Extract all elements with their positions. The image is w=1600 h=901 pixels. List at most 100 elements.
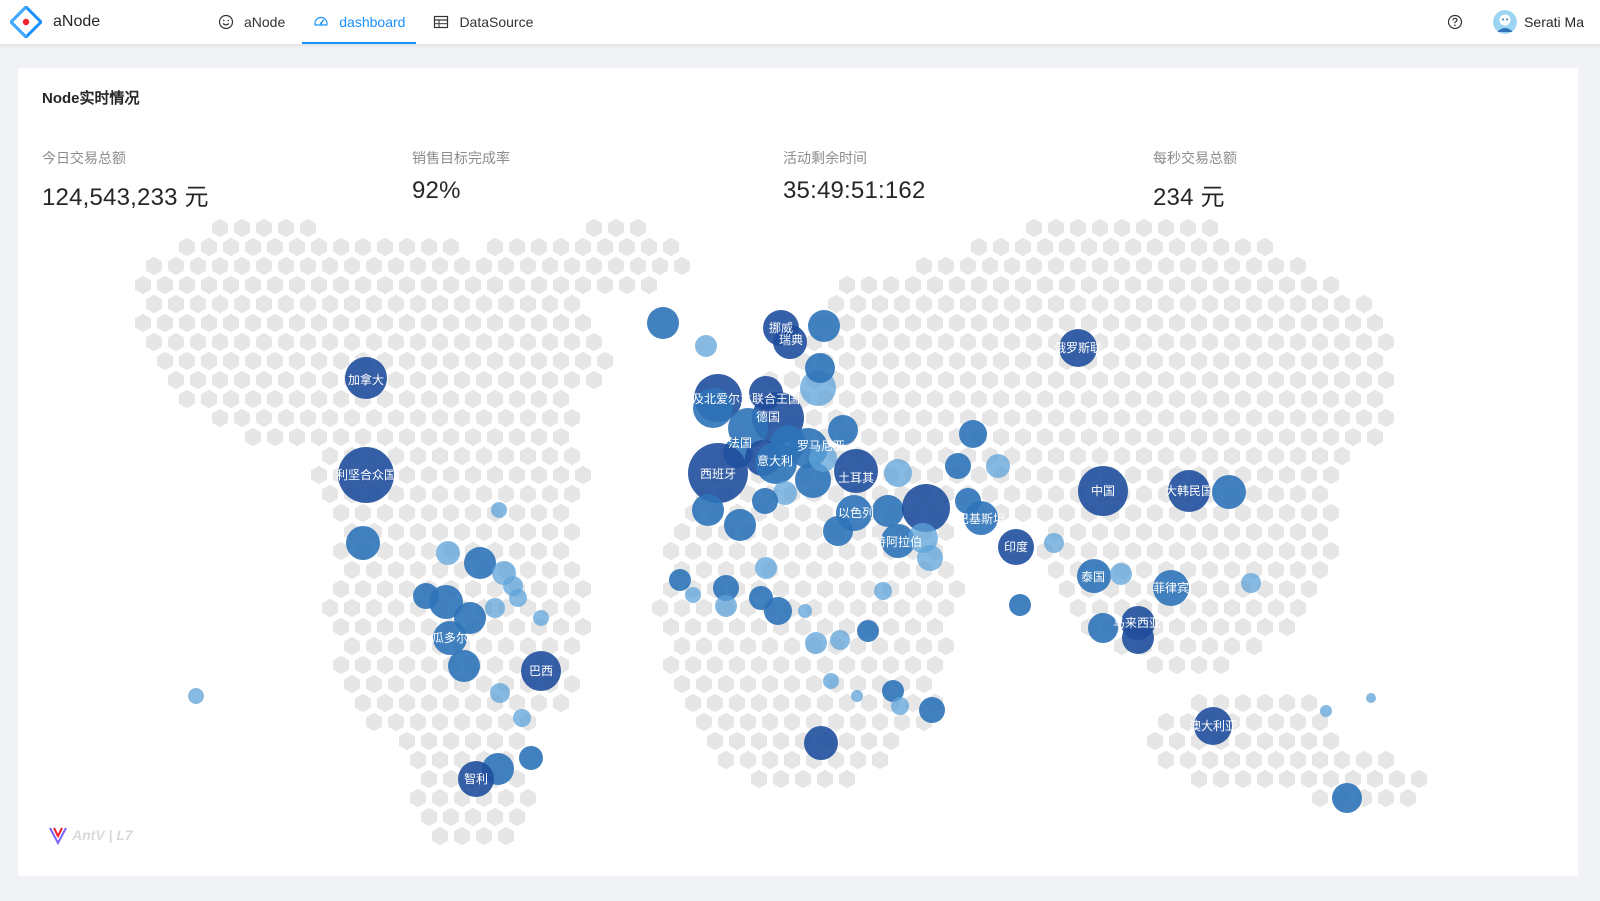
- hex-cell: [1268, 370, 1284, 390]
- hex-cell: [1323, 731, 1339, 751]
- hex-cell: [520, 484, 536, 504]
- country-label: 大韩民国: [1165, 483, 1213, 498]
- hex-cell: [1312, 370, 1328, 390]
- user-menu[interactable]: Serati Ma: [1493, 10, 1584, 34]
- hex-cell: [575, 237, 591, 257]
- hex-cell: [1191, 313, 1207, 333]
- hex-cell: [1400, 788, 1416, 808]
- hex-cell: [586, 370, 602, 390]
- world-hex-map[interactable]: 挪威 瑞典 俄罗斯联 加拿大 及北爱尔兰联合王国 德国 法国 罗马尼亚 意大利 西班牙 土耳其 以色列…: [18, 218, 1578, 876]
- hex-cell: [1015, 427, 1031, 447]
- hex-cell: [1202, 750, 1218, 770]
- hex-cell: [1158, 446, 1174, 466]
- hex-cell: [740, 560, 756, 580]
- nav-item-label: dashboard: [339, 14, 406, 30]
- data-bubble: [959, 420, 987, 448]
- hex-cell: [993, 313, 1009, 333]
- hex-cell: [1224, 294, 1240, 314]
- nav-item-dashboard[interactable]: dashboard: [302, 0, 417, 44]
- hex-cell: [564, 560, 580, 580]
- hex-cell: [432, 522, 448, 542]
- hex-cell: [223, 313, 239, 333]
- hex-cell: [509, 731, 525, 751]
- hex-cell: [1004, 408, 1020, 428]
- hex-cell: [1235, 693, 1251, 713]
- hex-cell: [1224, 446, 1240, 466]
- top-navigation-bar: aNode aNode dashboard DataSource Serati …: [0, 0, 1600, 44]
- brand[interactable]: aNode: [10, 5, 100, 39]
- hex-cell: [982, 484, 998, 504]
- hex-cell: [1224, 332, 1240, 352]
- hex-cell: [1158, 636, 1174, 656]
- hex-cell: [1191, 351, 1207, 371]
- hex-cell: [509, 313, 525, 333]
- hex-cell: [1224, 370, 1240, 390]
- hex-cell: [421, 807, 437, 827]
- hex-cell: [333, 655, 349, 675]
- hex-cell: [740, 674, 756, 694]
- hex-cell: [300, 294, 316, 314]
- data-bubble: [919, 697, 945, 723]
- antv-l7-logo: AntV | L7: [48, 825, 133, 845]
- hex-cell: [696, 636, 712, 656]
- hex-cell: [872, 294, 888, 314]
- hex-cell: [1235, 731, 1251, 751]
- data-bubble: [1044, 533, 1064, 553]
- hex-cell: [1389, 769, 1405, 789]
- map-canvas[interactable]: 挪威瑞典俄罗斯联加拿大及北爱尔兰联合王国德国法国 罗马尼亚意大利西班牙 土耳其以色列…: [18, 218, 1578, 876]
- hex-cell: [465, 389, 481, 409]
- hex-cell: [1224, 636, 1240, 656]
- hex-cell: [729, 731, 745, 751]
- hex-cell: [487, 427, 503, 447]
- hex-cell: [377, 313, 393, 333]
- hex-cell: [179, 275, 195, 295]
- hex-cell: [1279, 579, 1295, 599]
- hex-cell: [1202, 370, 1218, 390]
- hex-cell: [993, 427, 1009, 447]
- hex-cell: [1290, 256, 1306, 276]
- hex-cell: [267, 351, 283, 371]
- data-bubble: [755, 557, 777, 579]
- hex-cell: [1279, 465, 1295, 485]
- hex-cell: [949, 579, 965, 599]
- hex-cell: [1257, 427, 1273, 447]
- data-bubble: [669, 569, 691, 591]
- nav-item-datasource[interactable]: DataSource: [422, 0, 544, 44]
- hex-cell: [795, 769, 811, 789]
- hex-cell: [1213, 237, 1229, 257]
- hex-cell: [696, 674, 712, 694]
- hex-cell: [949, 351, 965, 371]
- hex-cell: [542, 408, 558, 428]
- hex-cell: [1059, 465, 1075, 485]
- hex-cell: [971, 351, 987, 371]
- hex-cell: [388, 598, 404, 618]
- hex-cell: [1026, 332, 1042, 352]
- stat-completion-rate: 销售目标完成率 92%: [412, 148, 510, 205]
- question-circle-icon[interactable]: [1447, 14, 1463, 30]
- hex-cell: [1004, 484, 1020, 504]
- main-nav: aNode dashboard DataSource: [207, 0, 550, 44]
- hex-cell: [971, 465, 987, 485]
- hex-cell: [1070, 370, 1086, 390]
- hex-cell: [1202, 332, 1218, 352]
- nav-item-anode[interactable]: aNode: [207, 0, 296, 44]
- hex-cell: [1378, 750, 1394, 770]
- hex-cell: [1103, 389, 1119, 409]
- hex-cell: [1026, 484, 1042, 504]
- hex-cell: [1180, 332, 1196, 352]
- hex-cell: [498, 788, 514, 808]
- country-label: 巴西: [529, 664, 553, 678]
- hex-cell: [1279, 503, 1295, 523]
- hex-cell: [905, 427, 921, 447]
- hex-cell: [179, 389, 195, 409]
- user-name: Serati Ma: [1524, 14, 1584, 30]
- hex-cell: [1158, 750, 1174, 770]
- hex-cell: [322, 294, 338, 314]
- hex-cell: [729, 541, 745, 561]
- hex-cell: [1367, 427, 1383, 447]
- hex-cell: [410, 484, 426, 504]
- hex-cell: [718, 674, 734, 694]
- table-icon: [434, 15, 449, 29]
- hex-cell: [905, 389, 921, 409]
- hex-cell: [531, 579, 547, 599]
